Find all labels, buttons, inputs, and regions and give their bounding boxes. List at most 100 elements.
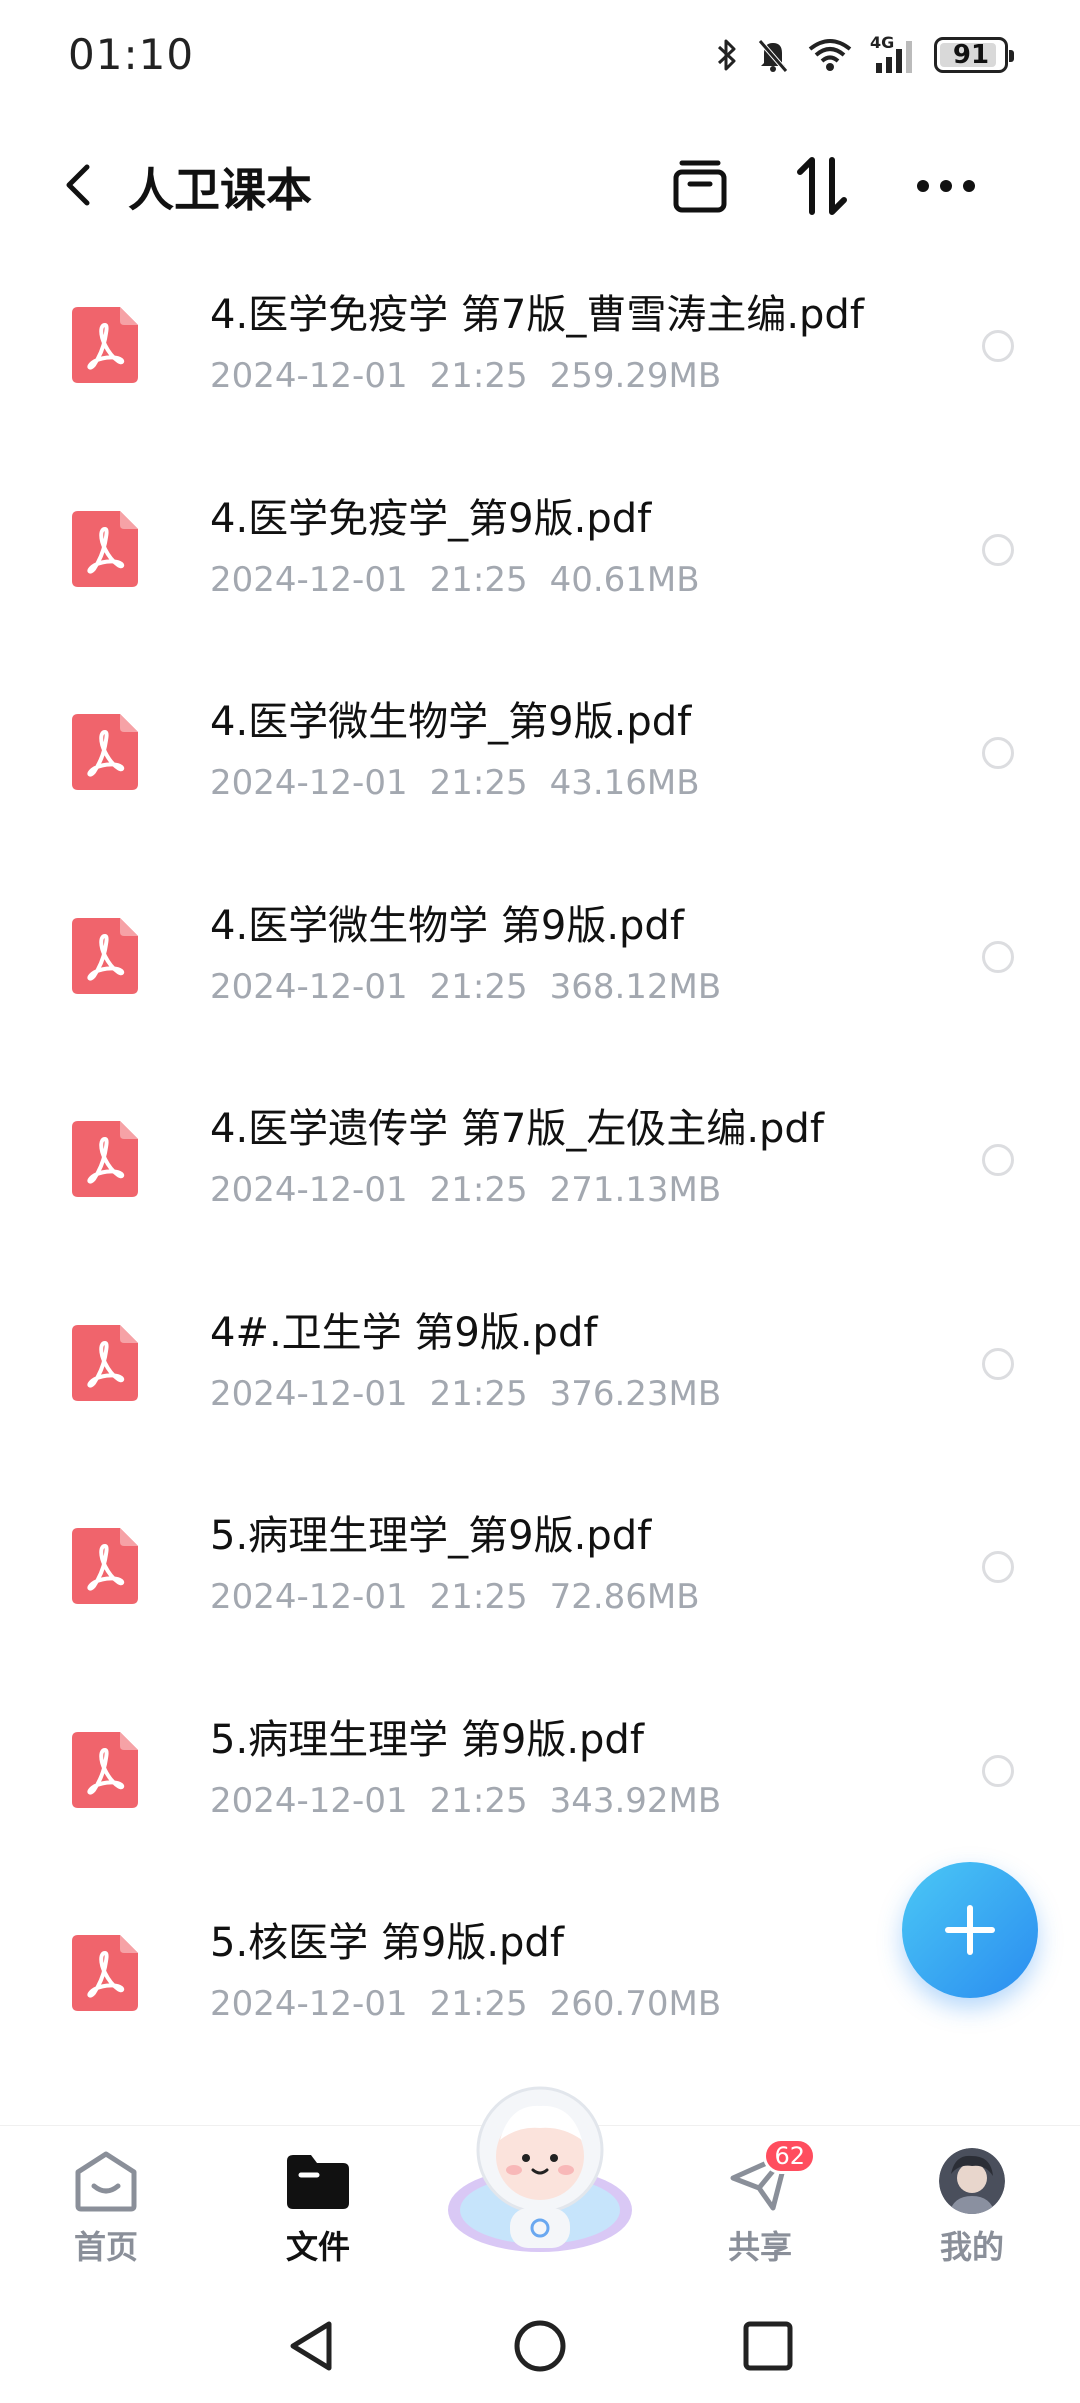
pdf-icon [72, 1731, 138, 1808]
archive-button[interactable] [664, 150, 736, 222]
pdf-icon [72, 307, 138, 383]
file-name: 4.医学微生物学_第9版.pdf [210, 699, 692, 745]
sort-button[interactable] [786, 150, 858, 222]
system-home-button[interactable] [508, 2314, 572, 2378]
file-date: 2024-12-01 [210, 1984, 408, 2024]
file-meta: 2024-12-01 21:25 259.29MB [210, 356, 743, 396]
file-name: 4.医学免疫学_第9版.pdf [210, 495, 652, 542]
select-radio[interactable] [982, 1347, 1014, 1380]
file-time: 21:25 [429, 1780, 528, 1821]
square-recents-icon [743, 2321, 793, 2371]
file-size: 376.23MB [549, 1373, 722, 1414]
system-recents-button[interactable] [736, 2314, 800, 2378]
nav-share[interactable]: 62 共享 [690, 2138, 830, 2268]
nav-mine[interactable]: 我的 [902, 2146, 1042, 2268]
file-row[interactable]: 4.医学免疫学 第7版_曹雪涛主编.pdf 2024-12-01 21:25 259… [0, 252, 1080, 456]
select-radio[interactable] [982, 1754, 1014, 1787]
file-date: 2024-12-01 [210, 1170, 408, 1210]
file-meta: 2024-12-01 21:25 368.12MB [210, 967, 743, 1007]
file-time: 21:25 [429, 966, 528, 1007]
triangle-back-icon [290, 2321, 332, 2371]
file-date: 2024-12-01 [210, 1373, 408, 1414]
pdf-icon [72, 510, 138, 587]
file-row[interactable]: 4#.卫生学 第9版.pdf 2024-12-01 21:25 376.23MB [0, 1270, 1080, 1474]
file-date: 2024-12-01 [210, 559, 408, 600]
file-name: 5.病理生理学 第9版.pdf [210, 1716, 644, 1763]
file-size: 368.12MB [549, 966, 722, 1007]
file-name: 5.病理生理学_第9版.pdf [210, 1513, 652, 1559]
file-row[interactable]: 4.医学微生物学_第9版.pdf 2024-12-01 21:25 43.16MB [0, 659, 1080, 863]
file-time: 21:25 [429, 1577, 528, 1617]
file-time: 21:25 [429, 763, 528, 803]
nav-home[interactable]: 首页 [36, 2146, 176, 2268]
pdf-icon [72, 1528, 138, 1604]
file-row[interactable]: 4.医学免疫学_第9版.pdf 2024-12-01 21:25 40.61MB [0, 456, 1080, 660]
send-icon: 62 [724, 2138, 816, 2216]
battery-level: 91 [952, 40, 990, 70]
bluetooth-icon [716, 37, 738, 73]
file-name: 4.医学遗传学 第7版_左伋主编.pdf [210, 1106, 824, 1152]
file-date: 2024-12-01 [210, 966, 408, 1007]
file-size: 72.86MB [549, 1577, 700, 1617]
file-meta: 2024-12-01 21:25 271.13MB [210, 1170, 743, 1210]
file-date: 2024-12-01 [210, 356, 408, 396]
status-bar: 01:10 4G 91 [0, 0, 1080, 110]
system-back-button[interactable] [278, 2314, 342, 2378]
select-radio[interactable] [982, 533, 1014, 566]
system-nav-bar [0, 2290, 1080, 2403]
status-icons: 4G 91 [716, 30, 1014, 80]
avatar [936, 2146, 1008, 2216]
nav-files[interactable]: 文件 [248, 2146, 388, 2268]
page-title: 人卫课本 [128, 163, 312, 217]
back-icon [66, 164, 90, 206]
app-header: 人卫课本 [0, 130, 1080, 240]
pdf-icon [72, 1121, 138, 1197]
pdf-icon [72, 1935, 138, 2011]
select-radio[interactable] [982, 1551, 1014, 1583]
wifi-icon [808, 37, 852, 73]
file-date: 2024-12-01 [210, 1780, 408, 1821]
file-meta: 2024-12-01 21:25 72.86MB [210, 1577, 722, 1617]
file-size: 40.61MB [549, 559, 700, 600]
more-button[interactable] [910, 150, 982, 222]
add-button[interactable] [902, 1862, 1038, 1998]
file-meta: 2024-12-01 21:25 43.16MB [210, 763, 722, 803]
file-name: 4#.卫生学 第9版.pdf [210, 1309, 598, 1356]
pdf-icon [72, 1324, 138, 1401]
select-radio[interactable] [982, 1144, 1014, 1176]
file-size: 260.70MB [549, 1984, 722, 2024]
home-icon [70, 2146, 142, 2216]
file-row[interactable]: 5.病理生理学 第9版.pdf 2024-12-01 21:25 343.92MB [0, 1677, 1080, 1881]
select-radio[interactable] [982, 940, 1014, 973]
file-meta: 2024-12-01 21:25 260.70MB [210, 1984, 743, 2024]
more-icon [917, 180, 975, 192]
nav-share-label: 共享 [727, 2228, 792, 2266]
file-row[interactable]: 4.医学微生物学 第9版.pdf 2024-12-01 21:25 368.12MB [0, 863, 1080, 1067]
file-meta: 2024-12-01 21:25 343.92MB [210, 1781, 743, 1821]
file-list: 4.医学免疫学 第7版_曹雪涛主编.pdf 2024-12-01 21:25 259… [0, 252, 1080, 2084]
file-size: 343.92MB [549, 1780, 722, 1821]
file-time: 21:25 [429, 1373, 528, 1414]
cell-signal-icon: 4G [870, 33, 916, 75]
circle-home-icon [514, 2320, 566, 2372]
nav-home-label: 首页 [73, 2228, 138, 2266]
file-meta: 2024-12-01 21:25 40.61MB [210, 560, 722, 600]
nav-mine-label: 我的 [939, 2228, 1004, 2266]
plus-icon [945, 1905, 995, 1955]
battery-icon: 91 [934, 37, 1014, 73]
assistant-mascot-button[interactable] [430, 2070, 650, 2260]
select-radio[interactable] [982, 737, 1014, 769]
status-time: 01:10 [68, 30, 195, 79]
file-date: 2024-12-01 [210, 1577, 408, 1617]
file-size: 43.16MB [549, 763, 700, 803]
share-badge: 62 [763, 2138, 816, 2174]
back-button[interactable] [48, 155, 108, 215]
select-radio[interactable] [982, 330, 1014, 362]
nav-files-label: 文件 [285, 2228, 350, 2266]
file-name: 4.医学微生物学 第9版.pdf [210, 902, 684, 949]
folder-icon [282, 2146, 354, 2216]
file-name: 4.医学免疫学 第7版_曹雪涛主编.pdf [210, 292, 864, 338]
file-row[interactable]: 4.医学遗传学 第7版_左伋主编.pdf 2024-12-01 21:25 271.… [0, 1066, 1080, 1270]
file-size: 259.29MB [549, 356, 722, 396]
file-row[interactable]: 5.病理生理学_第9版.pdf 2024-12-01 21:25 72.86MB [0, 1473, 1080, 1677]
